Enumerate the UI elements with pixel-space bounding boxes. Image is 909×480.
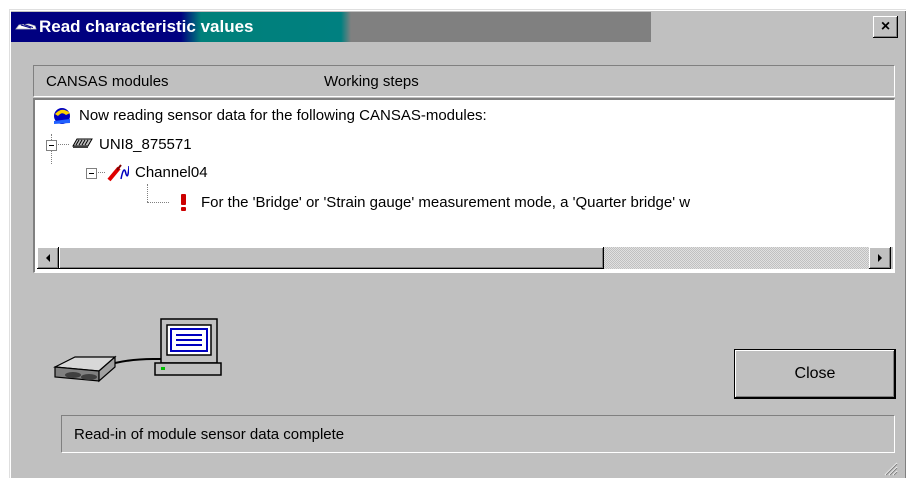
tree-root-row[interactable]: Now reading sensor data for the followin… (51, 104, 487, 126)
collapse-toggle-module[interactable] (46, 140, 57, 151)
status-message: Read-in of module sensor data complete (61, 415, 895, 453)
module-label: UNI8_875571 (99, 135, 192, 153)
read-sensor-icon (51, 104, 75, 126)
tree-root-label: Now reading sensor data for the followin… (79, 106, 487, 124)
horizontal-scrollbar[interactable] (37, 247, 893, 269)
tree-message-row[interactable]: For the 'Bridge' or 'Strain gauge' measu… (173, 191, 690, 213)
arrow-left-icon (46, 254, 50, 262)
tree-connector (147, 184, 149, 202)
tree-channel-row[interactable]: Channel04 (107, 161, 208, 183)
dialog-window: Read characteristic values × CANSAS modu… (9, 9, 906, 478)
close-window-button[interactable]: × (873, 16, 898, 38)
arrow-right-icon (878, 254, 882, 262)
scroll-right-button[interactable] (869, 247, 891, 269)
tree-module-row[interactable]: UNI8_875571 (71, 133, 192, 155)
can-module-icon (71, 136, 95, 152)
close-icon: × (880, 18, 891, 35)
exclamation-warning-icon (173, 192, 197, 212)
tree-connector (55, 144, 69, 146)
scroll-thumb[interactable] (59, 247, 604, 269)
tree-connector (147, 202, 169, 204)
collapse-toggle-channel[interactable] (86, 168, 97, 179)
module-car-icon (13, 12, 39, 42)
channel-label: Channel04 (135, 163, 208, 181)
scroll-left-button[interactable] (37, 247, 59, 269)
title-bar[interactable]: Read characteristic values (11, 12, 651, 42)
scroll-track[interactable] (604, 247, 869, 269)
tree-view[interactable]: Now reading sensor data for the followin… (33, 98, 895, 273)
window-title: Read characteristic values (39, 17, 254, 36)
header-cansas-modules[interactable]: CANSAS modules (46, 73, 169, 90)
resize-grip-icon[interactable] (882, 460, 898, 476)
device-computer-illustration (52, 315, 233, 395)
column-header-bar: CANSAS modules Working steps (33, 65, 895, 97)
header-working-steps[interactable]: Working steps (324, 73, 419, 90)
sensor-channel-icon (107, 162, 131, 182)
message-label: For the 'Bridge' or 'Strain gauge' measu… (201, 193, 691, 211)
close-button[interactable]: Close (735, 350, 895, 398)
